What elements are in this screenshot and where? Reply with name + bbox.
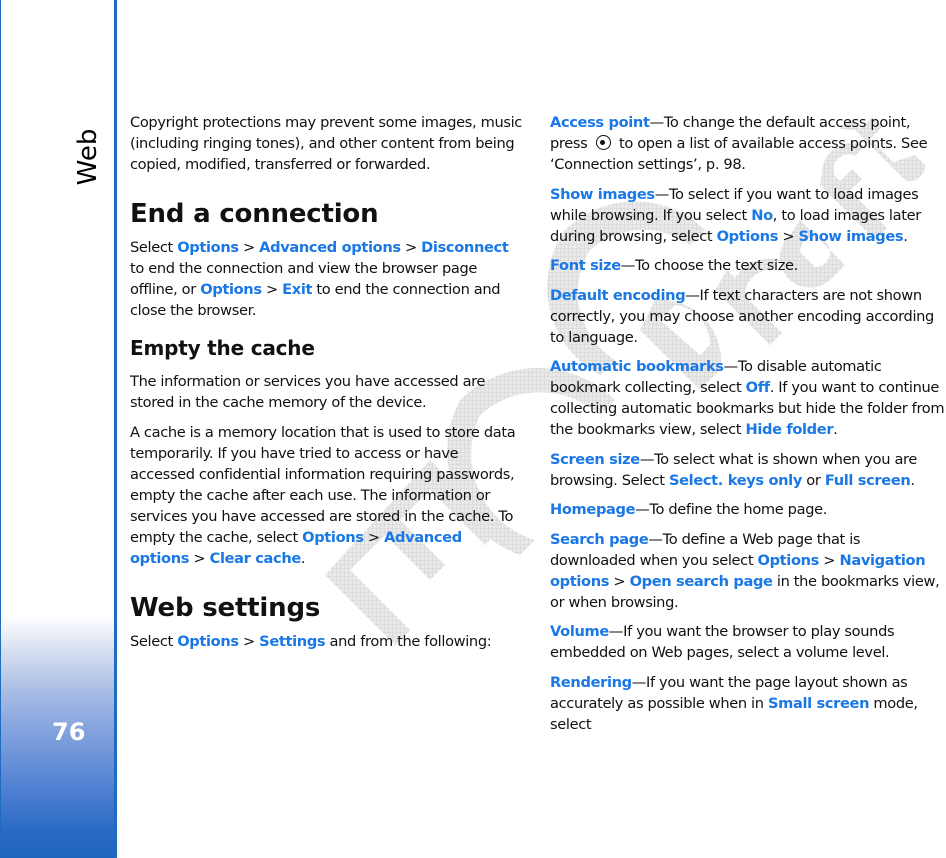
setting-screen-size: Screen size—To select what is shown when… [550,450,918,489]
setting-access-point: Access point—To change the default acces… [550,114,928,173]
link-select-keys-only: Select. keys only [668,471,803,489]
link-no: No [751,206,773,224]
section-title: Web [73,128,103,186]
term-show-images: Show images [550,185,655,203]
empty-cache-text-2: A cache is a memory location that is use… [130,423,516,567]
link-full-screen: Full screen [824,471,911,489]
heading-end-connection: End a connection [130,199,379,229]
setting-search-page: Search page—To define a Web page that is… [550,530,940,611]
page-number: 76 [52,718,86,746]
right-column: Access point—To change the default acces… [550,112,946,743]
link-open-search-page: Open search page [629,572,773,590]
setting-homepage: Homepage—To define the home page. [550,501,828,518]
term-homepage: Homepage [550,501,636,518]
link-options: Options [200,281,262,298]
setting-default-encoding: Default encoding—If text characters are … [550,286,934,346]
setting-show-images: Show images—To select if you want to loa… [550,185,921,245]
web-settings-text: Select Options > Settings and from the f… [130,632,492,650]
link-advanced-options: Advanced options [259,239,401,256]
setting-font-size: Font size—To choose the text size. [550,257,798,274]
link-options: Options [177,632,239,650]
term-automatic-bookmarks: Automatic bookmarks [550,358,724,375]
link-options: Options [177,239,239,256]
link-show-images: Show images [798,227,904,245]
setting-automatic-bookmarks: Automatic bookmarks—To disable automatic… [550,358,945,438]
heading-empty-cache: Empty the cache [130,336,315,360]
term-search-page: Search page [550,530,649,548]
link-hide-folder: Hide folder [745,421,834,438]
link-clear-cache: Clear cache [209,549,302,567]
term-access-point: Access point [550,114,650,131]
setting-rendering: Rendering—If you want the page layout sh… [550,673,918,733]
term-volume: Volume [550,623,609,640]
empty-cache-text-1: The information or services you have acc… [130,373,486,411]
setting-volume: Volume—If you want the browser to play s… [550,623,895,661]
copyright-note: Copyright protections may prevent some i… [130,114,522,173]
term-font-size: Font size [550,257,621,274]
term-default-encoding: Default encoding [550,286,686,304]
link-settings: Settings [259,632,326,650]
term-screen-size: Screen size [550,450,640,468]
link-exit: Exit [282,281,313,298]
link-options: Options [302,528,364,546]
left-column: Copyright protections may prevent some i… [130,112,525,660]
heading-web-settings: Web settings [130,592,321,623]
link-small-screen: Small screen [767,694,870,712]
end-connection-text: Select Options > Advanced options > Disc… [130,239,509,319]
link-options: Options [716,227,779,245]
link-off: Off [745,379,770,396]
navigation-key-icon [595,135,611,150]
link-disconnect: Disconnect [421,239,509,256]
term-rendering: Rendering [550,673,632,691]
link-options: Options [757,551,820,569]
